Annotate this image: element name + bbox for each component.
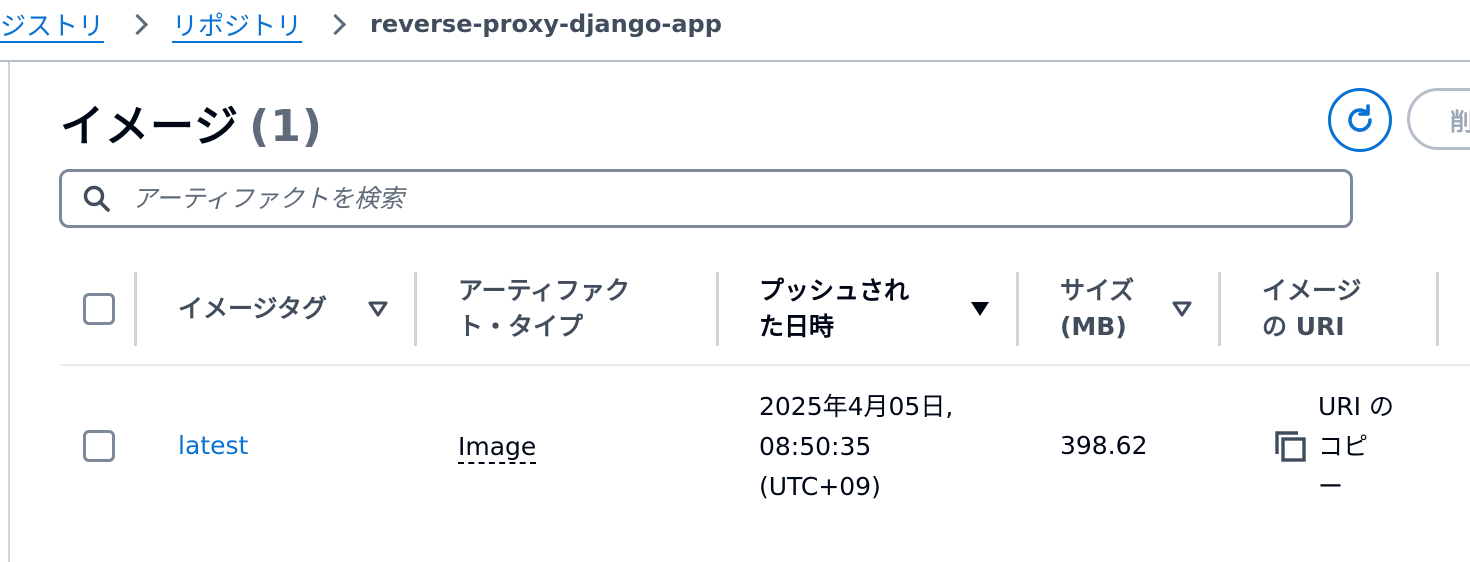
column-header-label: サイズ xyxy=(1060,276,1135,305)
column-header-label: の URI xyxy=(1262,312,1345,341)
image-size: 398.62 xyxy=(1060,431,1148,460)
column-header-label: ト・タイプ xyxy=(458,312,584,341)
column-divider xyxy=(1016,272,1019,346)
refresh-button[interactable] xyxy=(1328,88,1392,152)
column-header-image-uri: イメージ の URI xyxy=(1262,272,1422,346)
row-select-checkbox[interactable] xyxy=(83,430,115,462)
column-header-label: アーティファク xyxy=(458,276,631,305)
column-divider xyxy=(716,272,719,346)
breadcrumb-current: reverse-proxy-django-app xyxy=(370,10,722,38)
search-input[interactable] xyxy=(132,172,1350,225)
column-header-artifact-type: アーティファク ト・タイプ xyxy=(458,272,698,346)
select-all-checkbox[interactable] xyxy=(83,293,115,325)
pushed-at: 2025年4月05日, 08:50:35 (UTC+09) xyxy=(759,387,953,507)
copy-uri-text: URI の xyxy=(1318,392,1394,421)
row-divider xyxy=(60,364,1470,366)
copy-uri-text: ー xyxy=(1318,472,1344,501)
column-divider xyxy=(414,272,417,346)
panel-edge xyxy=(8,62,10,562)
sort-icon[interactable] xyxy=(1171,299,1193,319)
ecr-images-page: ジストリ リポジトリ reverse-proxy-django-app イメージ… xyxy=(0,0,1470,562)
column-header-label: (MB) xyxy=(1060,312,1127,341)
copy-uri-text: コピ xyxy=(1318,432,1369,461)
column-header-label: イメージ xyxy=(1262,276,1362,305)
chevron-right-icon xyxy=(122,9,158,39)
column-header-pushed-at[interactable]: プッシュされ た日時 xyxy=(759,272,959,346)
column-header-label: プッシュされ xyxy=(759,276,910,305)
breadcrumb-repositories-link[interactable]: リポジトリ xyxy=(172,6,302,43)
sort-icon[interactable] xyxy=(367,299,389,319)
copy-uri-label: URI の コピ ー xyxy=(1318,387,1394,507)
delete-button-label: 削除 xyxy=(1450,102,1470,137)
column-header-label: イメージタグ xyxy=(178,294,328,323)
refresh-icon xyxy=(1348,104,1372,132)
column-divider xyxy=(134,272,137,346)
artifact-type[interactable]: Image xyxy=(458,432,537,464)
delete-button[interactable]: 削除 xyxy=(1407,88,1470,150)
column-divider xyxy=(1436,272,1439,346)
copy-icon xyxy=(1275,431,1306,462)
search-icon xyxy=(62,172,132,225)
search-field[interactable] xyxy=(59,169,1353,228)
pushed-at-date: 2025年4月05日, xyxy=(759,392,954,421)
page-title: イメージ (1) xyxy=(60,90,323,154)
sort-descending-icon[interactable] xyxy=(969,299,991,319)
column-header-label: た日時 xyxy=(759,312,835,341)
breadcrumb: ジストリ リポジトリ reverse-proxy-django-app xyxy=(0,0,722,48)
divider xyxy=(0,60,1470,62)
column-header-image-tag[interactable]: イメージタグ xyxy=(178,272,358,346)
pushed-at-time: 08:50:35 xyxy=(759,432,872,461)
image-tag-link[interactable]: latest xyxy=(178,426,248,466)
column-divider xyxy=(1218,272,1221,346)
title-text: イメージ xyxy=(60,101,240,152)
image-count: (1) xyxy=(249,101,323,152)
breadcrumb-registry-link[interactable]: ジストリ xyxy=(0,6,104,43)
chevron-right-icon xyxy=(320,9,356,39)
column-header-size[interactable]: サイズ (MB) xyxy=(1060,272,1170,346)
pushed-at-timezone: (UTC+09) xyxy=(759,472,881,501)
